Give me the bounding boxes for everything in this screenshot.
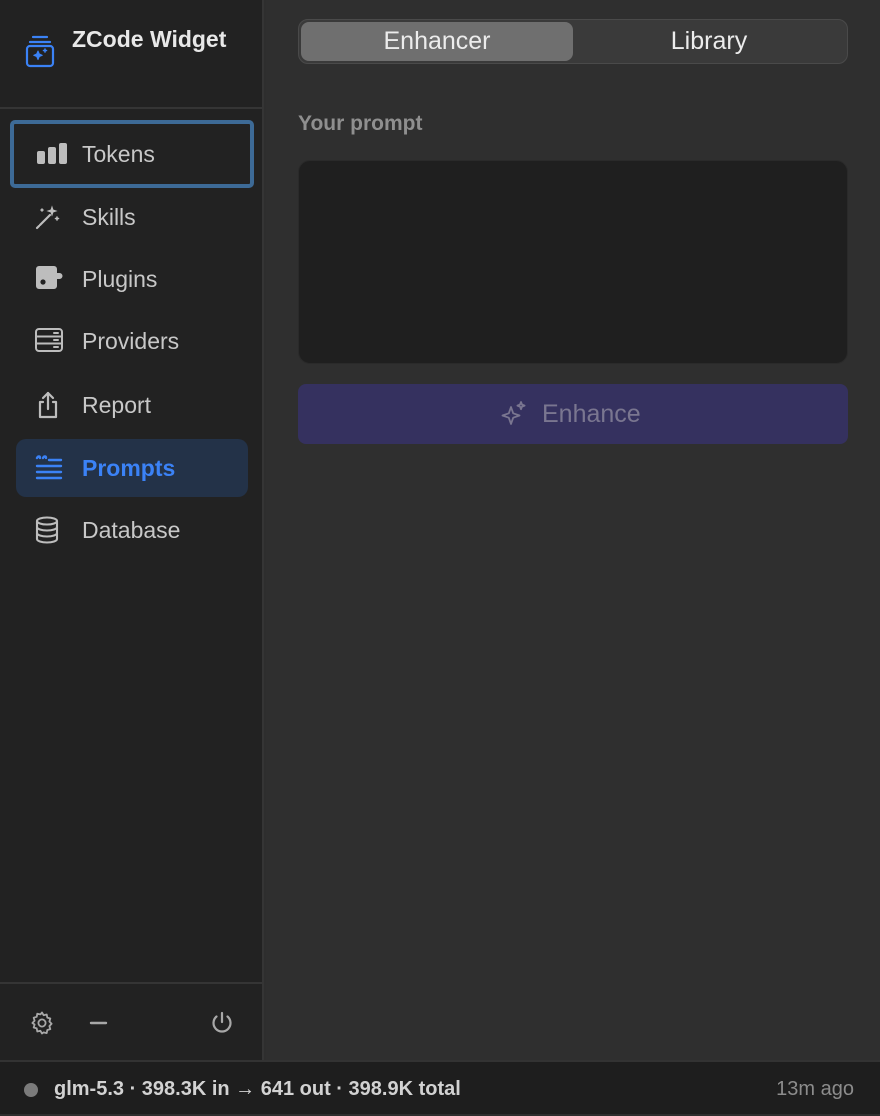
sidebar-item-label: Tokens [82,141,155,167]
tab-library[interactable]: Library [573,22,845,61]
brand-header: ZCode Widget [0,0,262,109]
status-indicator-icon [24,1083,38,1097]
magic-wand-icon [34,203,64,231]
prompt-label: Your prompt [298,112,423,135]
plugin-icon [34,265,64,293]
sidebar-footer [0,982,262,1060]
sidebar-item-skills[interactable]: Skills [16,188,248,246]
prompt-input[interactable] [298,160,848,364]
app-title: ZCode Widget [72,26,227,52]
enhance-button[interactable]: Enhance [298,384,848,444]
sidebar-item-plugins[interactable]: Plugins [16,250,248,308]
text-quote-icon [34,454,64,482]
sidebar-item-providers[interactable]: Providers [16,312,248,370]
power-icon[interactable] [209,1010,235,1036]
sidebar-item-label: Prompts [82,455,176,481]
sidebar-item-database[interactable]: Database [16,501,248,559]
sidebar-item-tokens[interactable]: Tokens [10,120,254,188]
sidebar-item-report[interactable]: Report [16,376,248,434]
sidebar-item-prompts[interactable]: Prompts [16,439,248,497]
gear-icon[interactable] [29,1010,55,1036]
app-logo-icon [24,34,56,68]
sidebar-item-label: Plugins [82,266,158,292]
app-window: ZCode Widget Tokens Skills Plugins Provi… [0,0,880,1114]
share-icon [34,391,64,419]
status-usage: glm-5.3 · 398.3K in → 641 out · 398.9K t… [54,1078,461,1100]
tab-bar: Enhancer Library [298,19,848,64]
sidebar-item-label: Database [82,517,181,543]
main-panel: Enhancer Library Your prompt Enhance [266,0,880,1060]
sparkle-icon [500,400,528,430]
sidebar-item-label: Report [82,392,152,418]
bar-chart-icon [36,142,67,170]
sidebar-item-label: Providers [82,328,180,354]
database-icon [34,516,64,544]
status-bar: glm-5.3 · 398.3K in → 641 out · 398.9K t… [0,1060,880,1114]
server-icon [34,327,64,355]
enhance-button-label: Enhance [542,400,641,428]
minus-icon[interactable] [86,1010,112,1036]
tab-enhancer[interactable]: Enhancer [301,22,573,61]
sidebar: ZCode Widget Tokens Skills Plugins Provi… [0,0,264,1060]
status-timestamp: 13m ago [776,1078,854,1100]
sidebar-item-label: Skills [82,204,136,230]
